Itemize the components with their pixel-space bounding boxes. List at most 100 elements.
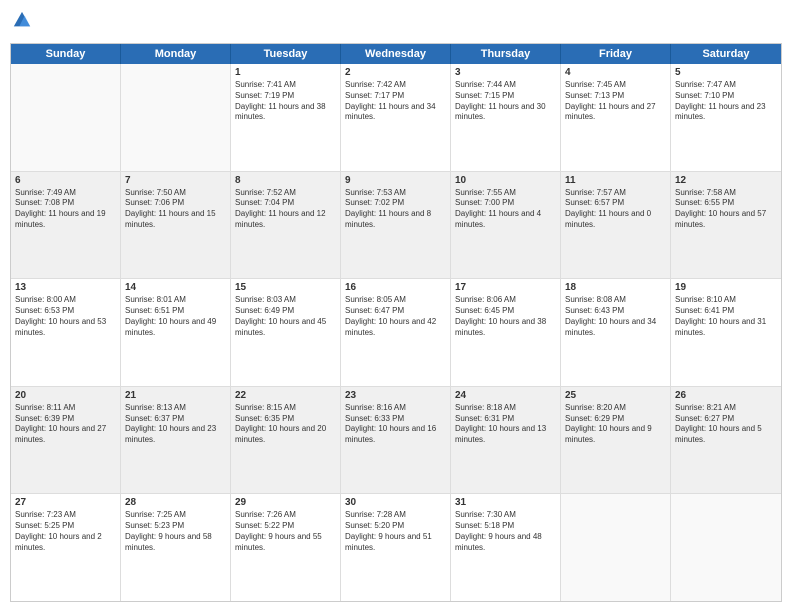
day-info: Sunrise: 7:52 AM Sunset: 7:04 PM Dayligh… xyxy=(235,188,336,231)
day-number: 23 xyxy=(345,390,446,401)
calendar-row: 1 Sunrise: 7:41 AM Sunset: 7:19 PM Daylig… xyxy=(11,64,781,172)
calendar-cell: 30 Sunrise: 7:28 AM Sunset: 5:20 PM Dayli… xyxy=(341,494,451,601)
calendar-cell: 10 Sunrise: 7:55 AM Sunset: 7:00 PM Dayli… xyxy=(451,172,561,279)
day-info: Sunrise: 8:20 AM Sunset: 6:29 PM Dayligh… xyxy=(565,403,666,446)
day-info: Sunrise: 8:13 AM Sunset: 6:37 PM Dayligh… xyxy=(125,403,226,446)
day-number: 24 xyxy=(455,390,556,401)
day-info: Sunrise: 8:00 AM Sunset: 6:53 PM Dayligh… xyxy=(15,295,116,338)
calendar-cell: 27 Sunrise: 7:23 AM Sunset: 5:25 PM Dayli… xyxy=(11,494,121,601)
day-number: 5 xyxy=(675,67,777,78)
day-number: 25 xyxy=(565,390,666,401)
day-info: Sunrise: 7:44 AM Sunset: 7:15 PM Dayligh… xyxy=(455,80,556,123)
calendar-cell xyxy=(671,494,781,601)
logo-icon xyxy=(12,10,32,30)
day-info: Sunrise: 8:21 AM Sunset: 6:27 PM Dayligh… xyxy=(675,403,777,446)
day-number: 27 xyxy=(15,497,116,508)
day-info: Sunrise: 7:41 AM Sunset: 7:19 PM Dayligh… xyxy=(235,80,336,123)
calendar-cell: 31 Sunrise: 7:30 AM Sunset: 5:18 PM Dayli… xyxy=(451,494,561,601)
calendar-cell: 26 Sunrise: 8:21 AM Sunset: 6:27 PM Dayli… xyxy=(671,387,781,494)
day-number: 13 xyxy=(15,282,116,293)
weekday-header: Saturday xyxy=(671,44,781,64)
page: SundayMondayTuesdayWednesdayThursdayFrid… xyxy=(0,0,792,612)
logo xyxy=(10,10,32,35)
day-info: Sunrise: 7:42 AM Sunset: 7:17 PM Dayligh… xyxy=(345,80,446,123)
calendar-cell: 1 Sunrise: 7:41 AM Sunset: 7:19 PM Daylig… xyxy=(231,64,341,171)
calendar-cell: 3 Sunrise: 7:44 AM Sunset: 7:15 PM Daylig… xyxy=(451,64,561,171)
weekday-header: Wednesday xyxy=(341,44,451,64)
calendar-cell: 15 Sunrise: 8:03 AM Sunset: 6:49 PM Dayli… xyxy=(231,279,341,386)
day-info: Sunrise: 8:06 AM Sunset: 6:45 PM Dayligh… xyxy=(455,295,556,338)
day-info: Sunrise: 7:28 AM Sunset: 5:20 PM Dayligh… xyxy=(345,510,446,553)
day-number: 17 xyxy=(455,282,556,293)
day-number: 19 xyxy=(675,282,777,293)
day-info: Sunrise: 7:23 AM Sunset: 5:25 PM Dayligh… xyxy=(15,510,116,553)
calendar-cell: 28 Sunrise: 7:25 AM Sunset: 5:23 PM Dayli… xyxy=(121,494,231,601)
calendar-header: SundayMondayTuesdayWednesdayThursdayFrid… xyxy=(11,44,781,64)
weekday-header: Friday xyxy=(561,44,671,64)
day-number: 31 xyxy=(455,497,556,508)
day-number: 28 xyxy=(125,497,226,508)
calendar-cell: 22Sunrise: 8:15 AM Sunset: 6:35 PM Dayli… xyxy=(231,387,341,494)
calendar-cell: 11 Sunrise: 7:57 AM Sunset: 6:57 PM Dayli… xyxy=(561,172,671,279)
day-number: 16 xyxy=(345,282,446,293)
day-info: Sunrise: 8:18 AM Sunset: 6:31 PM Dayligh… xyxy=(455,403,556,446)
header xyxy=(10,10,782,35)
calendar-cell: 21 Sunrise: 8:13 AM Sunset: 6:37 PM Dayli… xyxy=(121,387,231,494)
weekday-header: Sunday xyxy=(11,44,121,64)
calendar-cell: 25 Sunrise: 8:20 AM Sunset: 6:29 PM Dayli… xyxy=(561,387,671,494)
calendar-cell xyxy=(121,64,231,171)
calendar-row: 6Sunrise: 7:49 AM Sunset: 7:08 PM Daylig… xyxy=(11,172,781,280)
day-info: Sunrise: 8:03 AM Sunset: 6:49 PM Dayligh… xyxy=(235,295,336,338)
calendar-cell: 24 Sunrise: 8:18 AM Sunset: 6:31 PM Dayli… xyxy=(451,387,561,494)
day-info: Sunrise: 8:01 AM Sunset: 6:51 PM Dayligh… xyxy=(125,295,226,338)
weekday-header: Thursday xyxy=(451,44,561,64)
day-number: 15 xyxy=(235,282,336,293)
day-number: 21 xyxy=(125,390,226,401)
calendar-cell: 23 Sunrise: 8:16 AM Sunset: 6:33 PM Dayli… xyxy=(341,387,451,494)
calendar-cell: 19 Sunrise: 8:10 AM Sunset: 6:41 PM Dayli… xyxy=(671,279,781,386)
day-info: Sunrise: 7:49 AM Sunset: 7:08 PM Dayligh… xyxy=(15,188,116,231)
day-info: Sunrise: 7:25 AM Sunset: 5:23 PM Dayligh… xyxy=(125,510,226,553)
day-info: Sunrise: 7:30 AM Sunset: 5:18 PM Dayligh… xyxy=(455,510,556,553)
day-info: Sunrise: 7:45 AM Sunset: 7:13 PM Dayligh… xyxy=(565,80,666,123)
day-number: 29 xyxy=(235,497,336,508)
calendar-cell: 6Sunrise: 7:49 AM Sunset: 7:08 PM Daylig… xyxy=(11,172,121,279)
day-number: 10 xyxy=(455,175,556,186)
calendar-cell: 16 Sunrise: 8:05 AM Sunset: 6:47 PM Dayli… xyxy=(341,279,451,386)
calendar-cell: 13 Sunrise: 8:00 AM Sunset: 6:53 PM Dayli… xyxy=(11,279,121,386)
day-info: Sunrise: 8:10 AM Sunset: 6:41 PM Dayligh… xyxy=(675,295,777,338)
day-info: Sunrise: 8:08 AM Sunset: 6:43 PM Dayligh… xyxy=(565,295,666,338)
day-number: 14 xyxy=(125,282,226,293)
day-info: Sunrise: 7:55 AM Sunset: 7:00 PM Dayligh… xyxy=(455,188,556,231)
calendar-cell: 5 Sunrise: 7:47 AM Sunset: 7:10 PM Daylig… xyxy=(671,64,781,171)
day-info: Sunrise: 7:58 AM Sunset: 6:55 PM Dayligh… xyxy=(675,188,777,231)
day-info: Sunrise: 8:16 AM Sunset: 6:33 PM Dayligh… xyxy=(345,403,446,446)
day-number: 2 xyxy=(345,67,446,78)
day-number: 26 xyxy=(675,390,777,401)
calendar-body: 1 Sunrise: 7:41 AM Sunset: 7:19 PM Daylig… xyxy=(11,64,781,601)
day-info: Sunrise: 7:57 AM Sunset: 6:57 PM Dayligh… xyxy=(565,188,666,231)
day-info: Sunrise: 8:05 AM Sunset: 6:47 PM Dayligh… xyxy=(345,295,446,338)
day-info: Sunrise: 7:26 AM Sunset: 5:22 PM Dayligh… xyxy=(235,510,336,553)
day-number: 8 xyxy=(235,175,336,186)
calendar: SundayMondayTuesdayWednesdayThursdayFrid… xyxy=(10,43,782,602)
calendar-cell: 12 Sunrise: 7:58 AM Sunset: 6:55 PM Dayli… xyxy=(671,172,781,279)
calendar-cell: 2 Sunrise: 7:42 AM Sunset: 7:17 PM Daylig… xyxy=(341,64,451,171)
calendar-cell: 9 Sunrise: 7:53 AM Sunset: 7:02 PM Daylig… xyxy=(341,172,451,279)
day-info: Sunrise: 7:53 AM Sunset: 7:02 PM Dayligh… xyxy=(345,188,446,231)
day-info: Sunrise: 8:15 AM Sunset: 6:35 PM Dayligh… xyxy=(235,403,336,446)
day-number: 3 xyxy=(455,67,556,78)
day-number: 9 xyxy=(345,175,446,186)
day-info: Sunrise: 7:47 AM Sunset: 7:10 PM Dayligh… xyxy=(675,80,777,123)
day-number: 30 xyxy=(345,497,446,508)
calendar-cell: 14 Sunrise: 8:01 AM Sunset: 6:51 PM Dayli… xyxy=(121,279,231,386)
day-number: 11 xyxy=(565,175,666,186)
day-number: 12 xyxy=(675,175,777,186)
weekday-header: Tuesday xyxy=(231,44,341,64)
weekday-header: Monday xyxy=(121,44,231,64)
day-number: 18 xyxy=(565,282,666,293)
day-number: 7 xyxy=(125,175,226,186)
day-info: Sunrise: 8:11 AM Sunset: 6:39 PM Dayligh… xyxy=(15,403,116,446)
day-number: 1 xyxy=(235,67,336,78)
calendar-cell: 8 Sunrise: 7:52 AM Sunset: 7:04 PM Daylig… xyxy=(231,172,341,279)
